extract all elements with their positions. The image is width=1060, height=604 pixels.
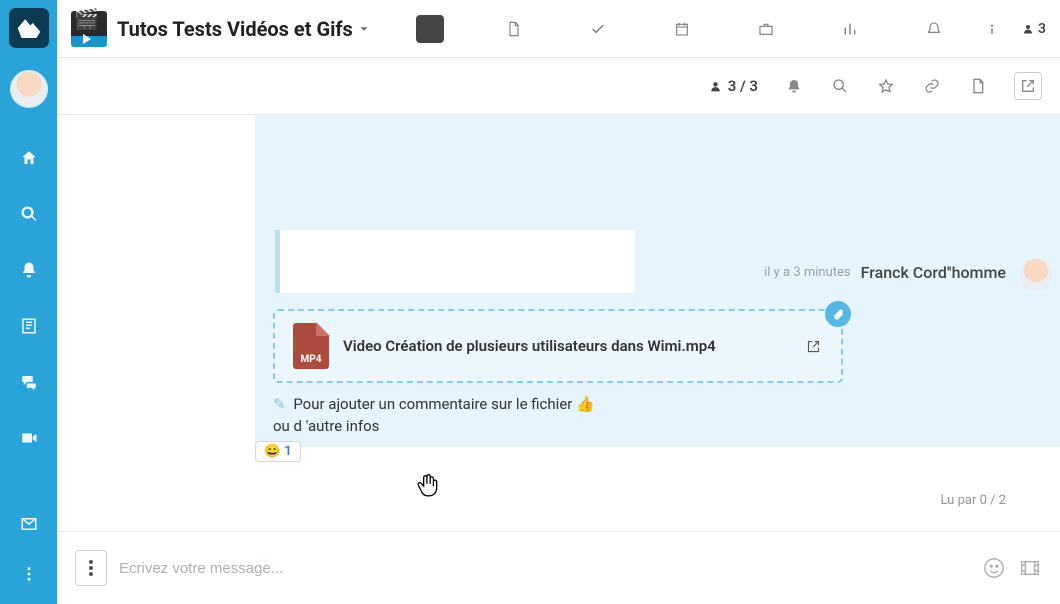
bell-icon[interactable]: [15, 256, 43, 284]
mp4-label: MP4: [301, 354, 322, 365]
emoji-icon[interactable]: [982, 556, 1006, 580]
tab-channel-icon[interactable]: [416, 15, 444, 43]
external-link-icon[interactable]: [803, 336, 823, 356]
avatar[interactable]: [1020, 259, 1052, 291]
project-icon[interactable]: [71, 11, 107, 47]
mail-icon[interactable]: [15, 510, 43, 538]
message-bubble: MP4 Video Création de plusieurs utilisat…: [255, 293, 1060, 447]
home-icon[interactable]: [15, 144, 43, 172]
chat-scroll-area[interactable]: https://www.wimi-teamwork.com/fr/ il y a…: [57, 115, 1060, 531]
topbar: Tutos Tests Vidéos et Gifs: [57, 0, 1060, 58]
composer-more-button[interactable]: [75, 550, 107, 586]
download-icon[interactable]: [769, 336, 789, 356]
members-count[interactable]: 3 / 3: [709, 77, 758, 95]
chat-icon[interactable]: [15, 368, 43, 396]
reaction-chip[interactable]: 😄 1: [255, 441, 301, 462]
search-icon[interactable]: [15, 200, 43, 228]
more-icon[interactable]: [15, 560, 43, 588]
attachment-badge-icon: [825, 301, 851, 327]
reaction-count: 1: [284, 444, 291, 459]
composer: [57, 531, 1060, 604]
avatar-me[interactable]: [10, 70, 48, 108]
message-meta: il y a 3 minutes Franck Cord''homme: [764, 263, 1006, 282]
video-icon[interactable]: [15, 424, 43, 452]
app-logo[interactable]: [9, 8, 49, 48]
message-text: ✎ Pour ajouter un commentaire sur le fic…: [273, 393, 595, 437]
subbar-bell-icon[interactable]: [784, 76, 804, 96]
tab-briefcase-icon[interactable]: [752, 15, 780, 43]
read-by-status: Lu par 0 / 2: [940, 493, 1006, 508]
subbar-external-icon[interactable]: [1014, 72, 1042, 100]
user-count[interactable]: 3: [1022, 21, 1046, 37]
message-input[interactable]: [119, 560, 970, 577]
contacts-icon[interactable]: [15, 312, 43, 340]
message-timestamp: il y a 3 minutes: [764, 265, 851, 280]
message-text-line2: ou d 'autre infos: [273, 415, 595, 437]
app-sidebar: [0, 0, 57, 604]
subbar-link-icon[interactable]: [922, 76, 942, 96]
tab-reports-icon[interactable]: [836, 15, 864, 43]
pencil-icon: ✎: [273, 395, 286, 413]
project-title[interactable]: Tutos Tests Vidéos et Gifs: [117, 17, 371, 41]
members-count-value: 3 / 3: [728, 77, 758, 95]
message-author[interactable]: Franck Cord''homme: [861, 263, 1006, 282]
subbar-file-icon[interactable]: [968, 76, 988, 96]
chevron-down-icon: [357, 22, 371, 36]
channel-subbar: 3 / 3: [57, 58, 1060, 115]
project-title-text: Tutos Tests Vidéos et Gifs: [117, 17, 353, 41]
message-text-line1: Pour ajouter un commentaire sur le fichi…: [293, 395, 594, 413]
attachment-filename: Video Création de plusieurs utilisateurs…: [343, 337, 716, 355]
composer-video-icon[interactable]: [1018, 556, 1042, 580]
reaction-emoji: 😄: [264, 444, 280, 459]
tab-documents-icon[interactable]: [500, 15, 528, 43]
user-count-value: 3: [1038, 21, 1046, 37]
link-preview-card[interactable]: [275, 230, 635, 302]
tab-tasks-icon[interactable]: [584, 15, 612, 43]
info-icon[interactable]: [978, 15, 1006, 43]
tab-notifications-icon[interactable]: [920, 15, 948, 43]
mp4-file-icon: MP4: [293, 323, 329, 369]
tab-calendar-icon[interactable]: [668, 15, 696, 43]
subbar-search-icon[interactable]: [830, 76, 850, 96]
cursor-hand-icon: [415, 472, 441, 498]
subbar-star-icon[interactable]: [876, 76, 896, 96]
attachment-card[interactable]: MP4 Video Création de plusieurs utilisat…: [273, 309, 843, 383]
